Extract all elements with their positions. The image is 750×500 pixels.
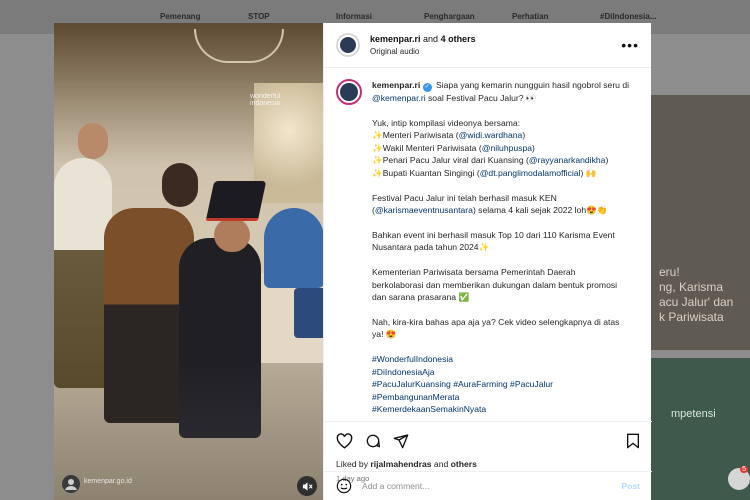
- caption-username[interactable]: kemenpar.ri: [372, 80, 420, 90]
- post-header: kemenpar.ri and 4 others Original audio …: [324, 23, 651, 68]
- mention-link[interactable]: @niluhpuspa: [482, 143, 532, 153]
- caption-row: kemenpar.ri ✓ Siapa yang kemarin nunggui…: [336, 79, 640, 416]
- mention-link[interactable]: @rayyanarkandikha: [529, 155, 606, 165]
- caption-text: kemenpar.ri ✓ Siapa yang kemarin nunggui…: [372, 79, 640, 416]
- video-person-boy: [179, 238, 261, 438]
- caption-paragraph: Nah, kira-kira bahas apa aja ya? Cek vid…: [372, 316, 620, 340]
- video-person-head: [78, 123, 108, 159]
- hashtag-link[interactable]: #WonderfulIndonesia: [372, 353, 640, 366]
- hashtag-link[interactable]: #KemerdekaanSemakinNyata: [372, 403, 640, 416]
- video-scene-pillow: [294, 288, 323, 338]
- account-avatar[interactable]: [336, 33, 360, 57]
- video-watermark: kemenpar.go.id: [84, 478, 132, 485]
- likers-link[interactable]: others: [451, 459, 477, 469]
- mention-link[interactable]: @dt.panglimodalamofficial: [480, 168, 581, 178]
- likes-text: Liked by rijalmahendras and others: [336, 459, 477, 469]
- post-details-pane: kemenpar.ri and 4 others Original audio …: [323, 23, 652, 500]
- video-account-avatar-icon[interactable]: [62, 475, 80, 493]
- hashtag-link[interactable]: #PacuJalurKuansing #AuraFarming #PacuJal…: [372, 378, 640, 391]
- background-card-text: eru! ng, Karisma acu Jalur' dan k Pariwi…: [659, 265, 734, 324]
- background-card-article[interactable]: eru! ng, Karisma acu Jalur' dan k Pariwi…: [651, 95, 750, 350]
- video-person-face: [214, 218, 250, 252]
- notification-count: 5: [740, 466, 748, 473]
- caption-paragraph: Kementerian Pariwisata bersama Pemerinta…: [372, 266, 618, 303]
- comment-input[interactable]: Add a comment...: [362, 481, 621, 491]
- emoji-icon[interactable]: [336, 478, 352, 494]
- liker-link[interactable]: rijalmahendras: [370, 459, 431, 469]
- video-logo: wonderful indonesia: [250, 93, 281, 107]
- comment-bar: Add a comment... Post: [324, 471, 652, 500]
- mention-link[interactable]: @karismaeventnusantara: [375, 205, 473, 215]
- share-icon[interactable]: [393, 433, 409, 449]
- collab-title[interactable]: kemenpar.ri and 4 others: [370, 34, 621, 44]
- hashtag-link[interactable]: #PembangunanMerata: [372, 391, 640, 404]
- caption-area: kemenpar.ri ✓ Siapa yang kemarin nunggui…: [324, 69, 652, 421]
- mention-link[interactable]: @kemenpar.ri: [372, 93, 426, 103]
- notification-badge[interactable]: 5: [728, 466, 750, 490]
- header-text: kemenpar.ri and 4 others Original audio: [370, 34, 621, 56]
- caption-paragraph: Bahkan event ini berhasil masuk Top 10 d…: [372, 229, 615, 253]
- audio-label[interactable]: Original audio: [370, 47, 621, 56]
- hashtag-link[interactable]: #DiIndonesiaAja: [372, 366, 640, 379]
- hashtag-list: #WonderfulIndonesia #DiIndonesiaAja #Pac…: [372, 353, 640, 416]
- background-card2-text: mpetensi: [671, 408, 716, 420]
- background-left-panel: [0, 34, 54, 500]
- video-person-head: [162, 163, 198, 207]
- post-comment-button[interactable]: Post: [621, 481, 640, 491]
- heart-icon[interactable]: [336, 433, 353, 449]
- mute-button[interactable]: [297, 476, 317, 496]
- video-person-man: [264, 208, 323, 288]
- bookmark-icon[interactable]: [626, 433, 640, 449]
- speaker-muted-icon: [302, 481, 313, 491]
- caption-avatar[interactable]: [336, 79, 362, 105]
- post-modal: wonderful indonesia kemenpar.go.id kemen…: [54, 23, 652, 500]
- comment-icon[interactable]: [365, 433, 381, 449]
- caption-paragraph: Yuk, intip kompilasi videonya bersama: ✨…: [372, 117, 609, 178]
- action-icons: [336, 430, 640, 452]
- verified-icon: ✓: [422, 83, 432, 92]
- post-video[interactable]: wonderful indonesia kemenpar.go.id: [54, 23, 323, 500]
- caption-paragraph: Festival Pacu Jalur ini telah berhasil m…: [372, 192, 608, 216]
- more-options-icon[interactable]: •••: [621, 37, 639, 53]
- mention-link[interactable]: @widi.wardhana: [459, 130, 523, 140]
- video-person-hat: [205, 181, 267, 221]
